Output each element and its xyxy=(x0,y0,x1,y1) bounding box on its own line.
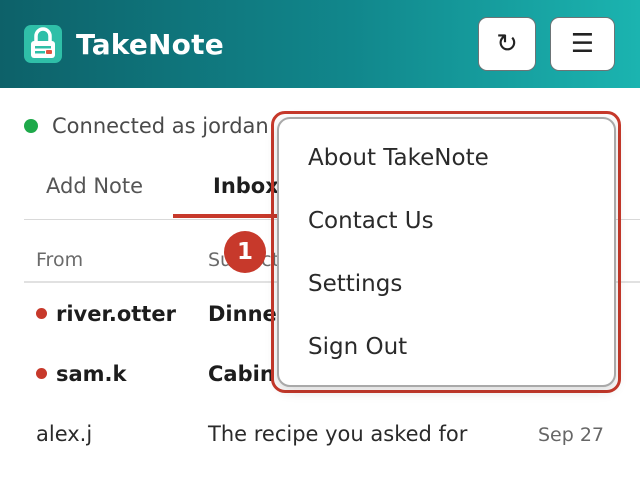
table-row[interactable]: alex.j The recipe you asked for Sep 27 xyxy=(0,416,640,456)
refresh-button[interactable]: ↻ xyxy=(478,17,536,71)
app-header: TakeNote ↻ ☰ xyxy=(0,0,640,88)
menu-item-about[interactable]: About TakeNote xyxy=(308,145,489,171)
sender-cell: river.otter xyxy=(36,302,176,326)
connection-status: Connected as jordan xyxy=(24,113,269,139)
refresh-icon: ↻ xyxy=(496,29,518,59)
status-dot-icon xyxy=(24,119,38,133)
tab-inbox[interactable]: Inbox xyxy=(213,174,279,198)
lock-note-icon xyxy=(24,25,62,63)
sender-name: alex.j xyxy=(36,422,93,446)
unread-dot-icon xyxy=(36,308,47,319)
menu-item-contact[interactable]: Contact Us xyxy=(308,208,434,234)
unread-dot-icon xyxy=(36,368,47,379)
hamburger-icon: ☰ xyxy=(570,29,595,59)
sender-cell: sam.k xyxy=(36,362,127,386)
date-cell: Sep 27 xyxy=(537,424,604,446)
tab-add-note[interactable]: Add Note xyxy=(46,174,143,198)
sender-name: river.otter xyxy=(56,302,176,326)
menu-item-sign-out[interactable]: Sign Out xyxy=(308,334,407,360)
sender-cell: alex.j xyxy=(36,422,92,446)
subject-cell: Cabin xyxy=(208,362,275,386)
sender-name: sam.k xyxy=(56,362,127,386)
column-header-from[interactable]: From xyxy=(36,249,83,271)
dropdown-menu: About TakeNote Contact Us Settings Sign … xyxy=(277,117,616,387)
status-text: Connected as jordan xyxy=(52,114,269,138)
step-badge: 1 xyxy=(224,231,266,273)
app-title: TakeNote xyxy=(76,28,224,61)
menu-button[interactable]: ☰ xyxy=(550,17,615,71)
subject-cell: The recipe you asked for xyxy=(208,422,468,446)
menu-item-settings[interactable]: Settings xyxy=(308,271,402,297)
